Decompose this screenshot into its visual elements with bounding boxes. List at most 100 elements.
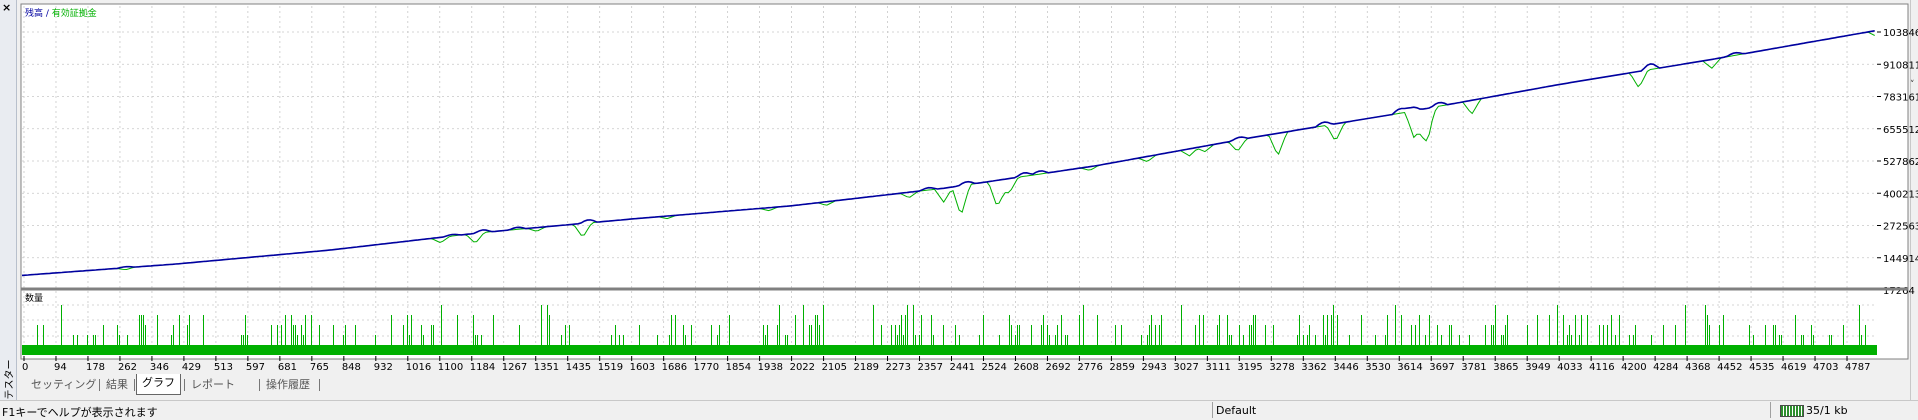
volume-bar bbox=[1563, 315, 1564, 345]
volume-bar bbox=[1579, 335, 1580, 345]
volume-bar bbox=[785, 335, 786, 345]
x-tick-label: 3195 bbox=[1237, 362, 1262, 372]
volume-bar bbox=[619, 335, 620, 345]
volume-bar bbox=[823, 305, 824, 345]
volume-bar bbox=[1181, 305, 1182, 345]
volume-bar bbox=[1031, 325, 1032, 345]
volume-bar bbox=[301, 325, 302, 345]
x-tick-label: 3865 bbox=[1493, 362, 1518, 372]
volume-bar bbox=[1147, 335, 1148, 345]
x-tick-label: 4200 bbox=[1621, 362, 1646, 372]
volume-bar bbox=[657, 335, 658, 345]
volume-bar bbox=[1781, 335, 1782, 345]
volume-bar bbox=[815, 315, 816, 345]
y-tick-label: 144914 bbox=[1883, 254, 1918, 265]
tester-tabs: セッティング 結果 グラフ レポート 操作履歴 bbox=[16, 374, 1906, 396]
volume-bar bbox=[421, 325, 422, 345]
volume-bar bbox=[457, 315, 458, 345]
volume-bar bbox=[767, 325, 768, 345]
volume-bar bbox=[955, 325, 956, 345]
volume-bar bbox=[519, 325, 520, 345]
volume-bar bbox=[1503, 335, 1504, 345]
y-tick-label: 400213 bbox=[1883, 189, 1918, 200]
tab-settings[interactable]: セッティング bbox=[26, 376, 101, 394]
volume-bar bbox=[1441, 335, 1442, 345]
volume-bar bbox=[891, 325, 892, 345]
tab-separator bbox=[184, 379, 185, 391]
x-tick-label: 1016 bbox=[406, 362, 431, 372]
volume-bar bbox=[959, 335, 960, 345]
volume-bar bbox=[145, 325, 146, 345]
x-tick-label: 2943 bbox=[1141, 362, 1166, 372]
x-tick-label: 346 bbox=[150, 362, 169, 372]
y-tick-label: 655512 bbox=[1883, 125, 1918, 136]
volume-bar bbox=[1449, 325, 1450, 345]
volume-bar bbox=[1635, 325, 1636, 345]
volume-bar bbox=[1611, 315, 1612, 345]
volume-bar bbox=[1843, 325, 1844, 345]
volume-bar bbox=[933, 335, 934, 345]
volume-bar bbox=[1011, 325, 1012, 345]
x-tick-label: 3781 bbox=[1461, 362, 1486, 372]
tester-chart: 1038461 910811 783161 655512 527862 400213 272… bbox=[20, 3, 1918, 372]
x-tick-label: 1854 bbox=[726, 362, 751, 372]
x-tick-label: 3530 bbox=[1365, 362, 1390, 372]
volume-bar bbox=[1569, 325, 1570, 345]
volume-bar bbox=[1537, 315, 1538, 345]
volume-bar bbox=[473, 315, 474, 345]
volume-bar bbox=[1705, 305, 1706, 345]
volume-bar bbox=[765, 335, 766, 345]
volume-bar bbox=[77, 335, 78, 345]
volume-bar bbox=[1567, 335, 1568, 345]
volume-bar bbox=[1491, 325, 1492, 345]
volume-bar bbox=[247, 335, 248, 345]
volume-bar bbox=[779, 305, 780, 345]
volume-bar bbox=[1375, 335, 1376, 345]
volume-bar bbox=[1485, 325, 1486, 345]
volume-bar bbox=[187, 325, 188, 345]
tab-results[interactable]: 結果 bbox=[101, 376, 133, 394]
volume-bar bbox=[1633, 335, 1634, 345]
x-tick-label: 1603 bbox=[630, 362, 655, 372]
volume-bar bbox=[303, 335, 304, 345]
y-tick-label: 1038461 bbox=[1883, 28, 1918, 39]
volume-bar bbox=[921, 315, 922, 345]
volume-bar bbox=[1861, 335, 1862, 345]
volume-bar bbox=[1337, 315, 1338, 345]
volume-bar bbox=[1067, 335, 1068, 345]
volume-bar bbox=[1061, 315, 1062, 345]
volume-bar bbox=[623, 335, 624, 345]
x-tick-label: 429 bbox=[182, 362, 201, 372]
volume-bar bbox=[281, 325, 282, 345]
tab-report[interactable]: レポート bbox=[186, 376, 240, 394]
volume-bar bbox=[481, 335, 482, 345]
x-tick-label: 2105 bbox=[822, 362, 847, 372]
volume-bar bbox=[903, 335, 904, 345]
volume-bar bbox=[611, 335, 612, 345]
x-tick-label: 2692 bbox=[1045, 362, 1070, 372]
volume-bar bbox=[1057, 325, 1058, 345]
volume-bar bbox=[1395, 305, 1396, 345]
volume-bar bbox=[983, 315, 984, 345]
volume-bar bbox=[547, 305, 548, 345]
volume-bar bbox=[1315, 335, 1316, 345]
tab-journal[interactable]: 操作履歴 bbox=[261, 376, 315, 394]
volume-bar bbox=[271, 325, 272, 345]
volume-bar bbox=[1709, 325, 1710, 345]
x-tick-label: 94 bbox=[54, 362, 67, 372]
volume-bar bbox=[1493, 325, 1494, 345]
volume-bar bbox=[1859, 305, 1860, 345]
volume-bar bbox=[1495, 305, 1496, 345]
volume-bar bbox=[203, 315, 204, 345]
status-traffic: 35/1 kb bbox=[1806, 404, 1848, 417]
volume-bar bbox=[103, 325, 104, 345]
volume-bar bbox=[431, 325, 432, 345]
volume-base-bar bbox=[22, 345, 1877, 355]
volume-bar bbox=[1619, 315, 1620, 345]
tab-graph[interactable]: グラフ bbox=[136, 374, 181, 395]
volume-bar bbox=[1195, 325, 1196, 345]
x-tick-label: 3278 bbox=[1269, 362, 1294, 372]
volume-bar bbox=[375, 335, 376, 345]
x-tick-label: 4619 bbox=[1781, 362, 1806, 372]
volume-bar bbox=[285, 315, 286, 345]
